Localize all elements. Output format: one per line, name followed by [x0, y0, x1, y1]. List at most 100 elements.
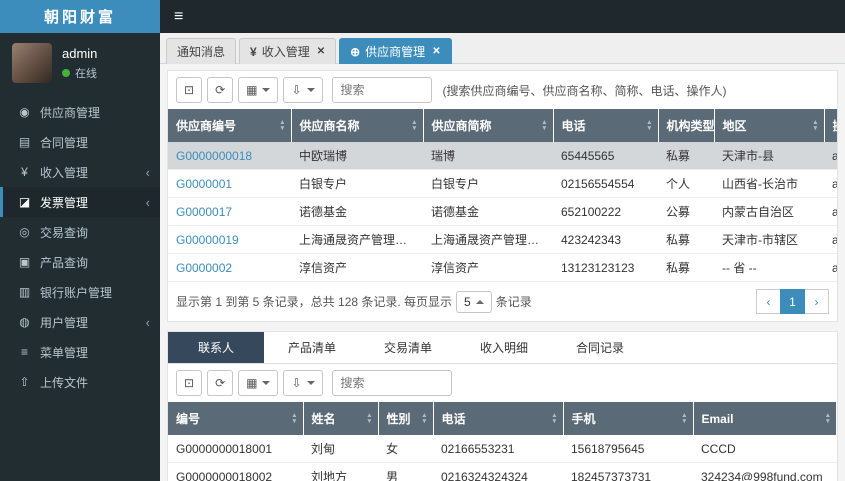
detail-tab[interactable]: 交易清单 [360, 332, 456, 363]
suppliers-search-hint: (搜索供应商编号、供应商名称、简称、电话、操作人) [442, 83, 727, 98]
sidebar-item[interactable]: ▥ 银行账户管理 ‹ [0, 277, 160, 307]
refresh-button[interactable]: ⟳ [207, 77, 234, 103]
supplier-id-link[interactable]: G0000002 [176, 261, 232, 275]
supplier-id-link[interactable]: G0000001 [176, 177, 232, 191]
sort-icon: ▲ ▼ [366, 411, 373, 425]
supplier-type-cell: 个人 [658, 169, 714, 198]
contacts-column-header[interactable]: 性别 ▲ ▼ [378, 402, 434, 435]
supplier-id-link[interactable]: G0000000018 [176, 149, 252, 163]
suppliers-column-header[interactable]: 地区 ▲ ▼ [714, 109, 825, 142]
caret-up-icon [475, 299, 484, 304]
tab[interactable]: ¥ 收入管理 ✕ [239, 38, 337, 64]
supplier-type-cell: 公募 [658, 197, 714, 226]
brand-logo[interactable]: 朝阳财富 [0, 0, 160, 33]
contacts-column-header[interactable]: Email ▲ ▼ [693, 402, 837, 435]
sort-icon: ▲ ▼ [551, 411, 558, 425]
supplier-row[interactable]: G0000002 淳信资产 淳信资产 13123123123 私募 -- 省 -… [168, 253, 837, 282]
supplier-operator-cell: admin [824, 225, 837, 254]
contact-name-cell: 刘地方 [303, 462, 378, 481]
supplier-region-cell: 天津市-县 [714, 142, 824, 170]
page-button[interactable]: ‹ [756, 289, 781, 314]
detail-view-button[interactable]: ⊡ [176, 77, 203, 103]
supplier-id-link[interactable]: G0000017 [176, 205, 232, 219]
supplier-operator-cell: admin [824, 253, 837, 282]
suppliers-search-input[interactable] [331, 77, 432, 103]
sort-icon: ▲ ▼ [812, 118, 819, 132]
sidebar-item[interactable]: ¥ 收入管理 ‹ [0, 157, 160, 187]
user-meta: admin 在线 [62, 46, 97, 81]
contacts-table: 编号 ▲ ▼ 姓名 ▲ ▼ 性别 ▲ ▼ 电话 ▲ ▼ 手机 ▲ ▼ Email… [168, 402, 837, 481]
suppliers-column-header[interactable]: 供应商编号 ▲ ▼ [168, 109, 292, 142]
contacts-column-header[interactable]: 编号 ▲ ▼ [168, 402, 304, 435]
per-page-dropdown[interactable]: 5 [456, 290, 492, 313]
contacts-toolbar: ⊡ ⟳ ▦ ⇩ [168, 364, 837, 402]
sidebar-item[interactable]: ◪ 发票管理 ‹ [0, 187, 160, 217]
export-button[interactable]: ⇩ [283, 370, 323, 396]
contacts-column-header[interactable]: 手机 ▲ ▼ [563, 402, 694, 435]
contacts-column-header[interactable]: 电话 ▲ ▼ [433, 402, 564, 435]
supplier-name-cell: 诺德基金 [291, 197, 423, 226]
contacts-column-header[interactable]: 姓名 ▲ ▼ [303, 402, 379, 435]
column-label: 姓名 [311, 412, 336, 426]
supplier-id-link[interactable]: G00000019 [176, 233, 239, 247]
sidebar-item[interactable]: ▣ 产品查询 ‹ [0, 247, 160, 277]
contacts-search-input[interactable] [331, 370, 452, 396]
column-label: 操作人 [833, 119, 838, 133]
sort-icon: ▲ ▼ [421, 411, 428, 425]
sidebar-item[interactable]: ◍ 用户管理 ‹ [0, 307, 160, 337]
sidebar-item-label: 发票管理 [40, 195, 89, 210]
tab-label: 收入管理 [261, 45, 310, 59]
contact-id-cell: G0000000018002 [168, 462, 303, 481]
sidebar-item[interactable]: ⇧ 上传文件 ‹ [0, 367, 160, 397]
suppliers-column-header[interactable]: 供应商名称 ▲ ▼ [291, 109, 424, 142]
export-button[interactable]: ⇩ [283, 77, 323, 103]
contact-row[interactable]: G0000000018001 刘甸 女 02166553231 15618795… [168, 435, 837, 463]
sidebar-item[interactable]: ▤ 合同管理 ‹ [0, 127, 160, 157]
supplier-row[interactable]: G0000017 诺德基金 诺德基金 652100222 公募 内蒙古自治区 a… [168, 197, 837, 226]
contact-row[interactable]: G0000000018002 刘地方 男 0216324324324 18245… [168, 462, 837, 481]
sidebar-item[interactable]: ≡ 菜单管理 ‹ [0, 337, 160, 367]
sidebar-item[interactable]: ◉ 供应商管理 ‹ [0, 97, 160, 127]
columns-button[interactable]: ▦ [238, 77, 279, 103]
contact-email-cell: 324234@998fund.com [693, 462, 837, 481]
sidebar-item[interactable]: ◎ 交易查询 ‹ [0, 217, 160, 247]
supplier-row[interactable]: G0000001 白银专户 白银专户 02156554554 个人 山西省-长治… [168, 169, 837, 198]
columns-button[interactable]: ▦ [238, 370, 279, 396]
supplier-short-name-cell: 上海通晟资产管理有限公司 [423, 225, 553, 254]
menu-icon: ◉ [19, 105, 30, 119]
detail-tab[interactable]: 收入明细 [456, 332, 552, 363]
detail-tab[interactable]: 合同记录 [552, 332, 648, 363]
sort-icon: ▲ ▼ [681, 411, 688, 425]
sort-icon: ▲ ▼ [291, 411, 298, 425]
supplier-name-cell: 白银专户 [291, 169, 423, 198]
supplier-region-cell: 山西省-长治市 [714, 169, 824, 198]
supplier-phone-cell: 02156554554 [553, 169, 658, 198]
tab-close-icon[interactable]: ✕ [432, 46, 440, 57]
tab-close-icon[interactable]: ✕ [317, 46, 325, 57]
menu-icon: ▣ [18, 255, 31, 269]
supplier-row[interactable]: G0000000018 中欧瑞博 瑞博 65445565 私募 天津市-县 ad… [168, 142, 837, 170]
suppliers-column-header[interactable]: 机构类型 ▲ ▼ [658, 109, 715, 142]
supplier-row[interactable]: G00000019 上海通晟资产管理有限公司 上海通晟资产管理有限公司 4232… [168, 225, 837, 254]
sidebar-toggle-icon[interactable]: ≡ [174, 8, 183, 25]
tab[interactable]: 通知消息 ✕ [166, 38, 237, 64]
detail-view-button[interactable]: ⊡ [176, 370, 203, 396]
supplier-phone-cell: 423242343 [553, 225, 658, 254]
pagination-info: 显示第 1 到第 5 条记录，总共 128 条记录. 每页显示 [176, 295, 453, 309]
suppliers-column-header[interactable]: 电话 ▲ ▼ [553, 109, 659, 142]
caret-down-icon [262, 381, 271, 385]
suppliers-column-header[interactable]: 供应商简称 ▲ ▼ [423, 109, 554, 142]
menu-icon: ⇧ [19, 375, 30, 389]
supplier-short-name-cell: 白银专户 [423, 169, 553, 198]
tab-label: 通知消息 [177, 45, 226, 59]
page-button[interactable]: 1 [780, 289, 805, 314]
menu-icon: ◍ [19, 315, 30, 329]
detail-tab[interactable]: 产品清单 [264, 332, 360, 363]
suppliers-column-header[interactable]: 操作人 ▲▼ [824, 109, 837, 142]
sidebar-item-label: 用户管理 [40, 315, 89, 330]
detail-tab[interactable]: 联系人 [168, 332, 264, 363]
supplier-id-cell: G0000000018 [168, 142, 291, 170]
tab[interactable]: ⊕ 供应商管理 ✕ [339, 38, 452, 64]
page-button[interactable]: › [804, 289, 829, 314]
refresh-button[interactable]: ⟳ [207, 370, 234, 396]
